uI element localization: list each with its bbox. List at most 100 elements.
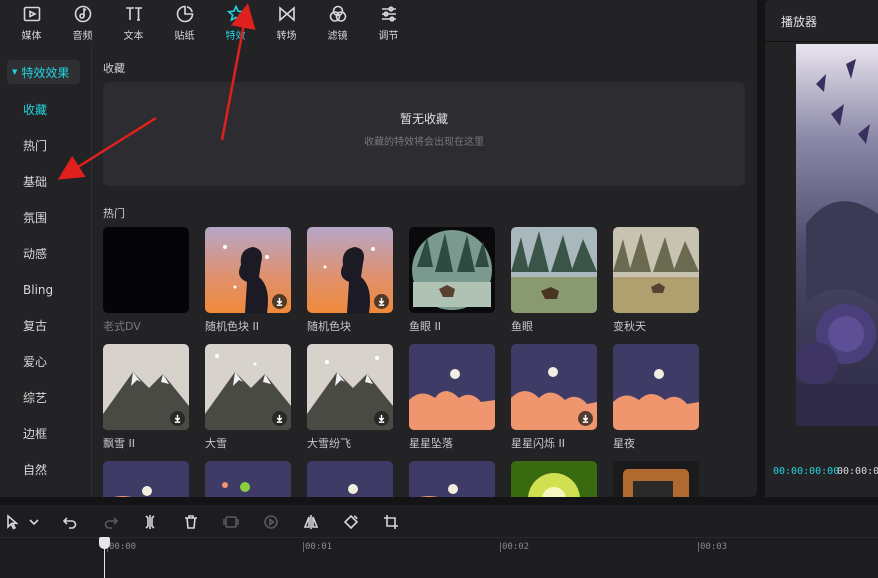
download-icon[interactable]: [272, 411, 287, 426]
effect-thumbnail[interactable]: [205, 344, 291, 430]
effect-card[interactable]: [409, 461, 495, 497]
undo-button[interactable]: [60, 512, 80, 532]
effects-icon: [226, 4, 246, 24]
effect-thumbnail[interactable]: [103, 344, 189, 430]
effect-thumbnail[interactable]: [409, 227, 495, 313]
rotate-button[interactable]: [341, 512, 361, 532]
nav-label: 滤镜: [327, 31, 348, 42]
select-tool-button[interactable]: [3, 512, 23, 532]
player-panel: 播放器 00:00:00:00 00:00:0: [765, 0, 878, 497]
effect-card[interactable]: [307, 461, 393, 497]
media-icon: [22, 4, 42, 24]
effect-card[interactable]: 星夜: [613, 344, 699, 451]
nav-transition[interactable]: 转场: [261, 0, 312, 42]
crop-icon: [384, 515, 398, 529]
effect-card[interactable]: [613, 461, 699, 497]
effect-thumbnail[interactable]: [307, 461, 393, 497]
nav-label: 转场: [276, 31, 297, 42]
sidebar-item[interactable]: 复古: [0, 308, 91, 344]
redo-button[interactable]: [101, 512, 121, 532]
timeline-panel: 00:00 00:01 00:02 00:03: [0, 505, 878, 578]
nav-media[interactable]: 媒体: [6, 0, 57, 42]
nav-adjust[interactable]: 调节: [363, 0, 414, 42]
reverse-icon: [264, 515, 278, 529]
nav-sticker[interactable]: 贴纸: [159, 0, 210, 42]
download-icon[interactable]: [272, 294, 287, 309]
nav-label: 贴纸: [174, 31, 195, 42]
effect-thumbnail[interactable]: [511, 344, 597, 430]
timeline-ruler[interactable]: 00:00 00:01 00:02 00:03: [0, 537, 878, 578]
ruler-tick: 00:02: [499, 542, 530, 552]
sticker-icon: [175, 4, 195, 24]
sidebar-item[interactable]: Bling: [0, 272, 91, 308]
effect-card[interactable]: 变秋天: [613, 227, 699, 334]
download-icon[interactable]: [374, 294, 389, 309]
effect-thumbnail[interactable]: [205, 227, 291, 313]
effect-thumbnail[interactable]: [613, 344, 699, 430]
playhead[interactable]: [99, 537, 110, 578]
sidebar-item[interactable]: 基础: [0, 164, 91, 200]
effect-card[interactable]: 大雪纷飞: [307, 344, 393, 451]
sidebar-item[interactable]: 热门: [0, 128, 91, 164]
freeze-button[interactable]: [221, 512, 241, 532]
effect-thumbnail[interactable]: [103, 227, 189, 313]
effect-thumbnail[interactable]: [409, 461, 495, 497]
effect-card[interactable]: 随机色块: [307, 227, 393, 334]
mirror-button[interactable]: [301, 512, 321, 532]
reverse-button[interactable]: [261, 512, 281, 532]
nav-audio[interactable]: 音频: [57, 0, 108, 42]
effect-card[interactable]: [511, 461, 597, 497]
sidebar-header[interactable]: ▼ 特效效果: [7, 60, 80, 84]
nav-effects[interactable]: 特效: [210, 0, 261, 42]
download-icon[interactable]: [170, 411, 185, 426]
split-button[interactable]: [140, 512, 160, 532]
effect-card[interactable]: 星星坠落: [409, 344, 495, 451]
effect-card[interactable]: 老式DV: [103, 227, 189, 334]
filter-icon: [328, 4, 348, 24]
video-preview[interactable]: [796, 44, 878, 426]
download-icon[interactable]: [374, 411, 389, 426]
split-icon: [145, 515, 155, 529]
sidebar-item[interactable]: 动感: [0, 236, 91, 272]
effect-thumbnail[interactable]: [409, 344, 495, 430]
cursor-icon: [7, 514, 19, 530]
effect-card[interactable]: [103, 461, 189, 497]
effect-card[interactable]: 大雪: [205, 344, 291, 451]
effect-thumbnail[interactable]: [511, 227, 597, 313]
redo-icon: [104, 517, 119, 529]
effect-card[interactable]: 鱼眼 II: [409, 227, 495, 334]
effect-thumbnail[interactable]: [205, 461, 291, 497]
effect-name: 星星坠落: [409, 437, 453, 450]
sidebar-item[interactable]: 收藏: [0, 92, 91, 128]
effect-name: 星星闪烁 II: [511, 437, 565, 450]
effect-thumbnail[interactable]: [613, 461, 699, 497]
nav-label: 文本: [123, 31, 144, 42]
crop-button[interactable]: [381, 512, 401, 532]
effect-card[interactable]: 星星闪烁 II: [511, 344, 597, 451]
mirror-icon: [303, 515, 319, 529]
effect-card[interactable]: 飘雪 II: [103, 344, 189, 451]
effect-thumbnail[interactable]: [307, 227, 393, 313]
effect-name: 随机色块: [307, 320, 351, 333]
sidebar-item[interactable]: 综艺: [0, 380, 91, 416]
select-mode-dropdown[interactable]: [24, 512, 44, 532]
effect-card[interactable]: [205, 461, 291, 497]
effect-thumbnail[interactable]: [103, 461, 189, 497]
effect-card[interactable]: 鱼眼: [511, 227, 597, 334]
effect-card[interactable]: 随机色块 II: [205, 227, 291, 334]
delete-button[interactable]: [181, 512, 201, 532]
effect-thumbnail[interactable]: [307, 344, 393, 430]
nav-label: 音频: [72, 31, 93, 42]
sidebar-item[interactable]: 自然: [0, 452, 91, 488]
effect-thumbnail[interactable]: [613, 227, 699, 313]
nav-text[interactable]: 文本: [108, 0, 159, 42]
sidebar-item[interactable]: 爱心: [0, 344, 91, 380]
sidebar-item[interactable]: 边框: [0, 416, 91, 452]
trash-icon: [185, 515, 197, 529]
sidebar-item[interactable]: 氛围: [0, 200, 91, 236]
sidebar-list: 收藏 热门 基础 氛围 动感 Bling 复古 爱心 综艺 边框 自然: [0, 92, 91, 488]
download-icon[interactable]: [578, 411, 593, 426]
nav-filter[interactable]: 滤镜: [312, 0, 363, 42]
effect-name: 星夜: [613, 437, 635, 450]
effect-thumbnail[interactable]: [511, 461, 597, 497]
